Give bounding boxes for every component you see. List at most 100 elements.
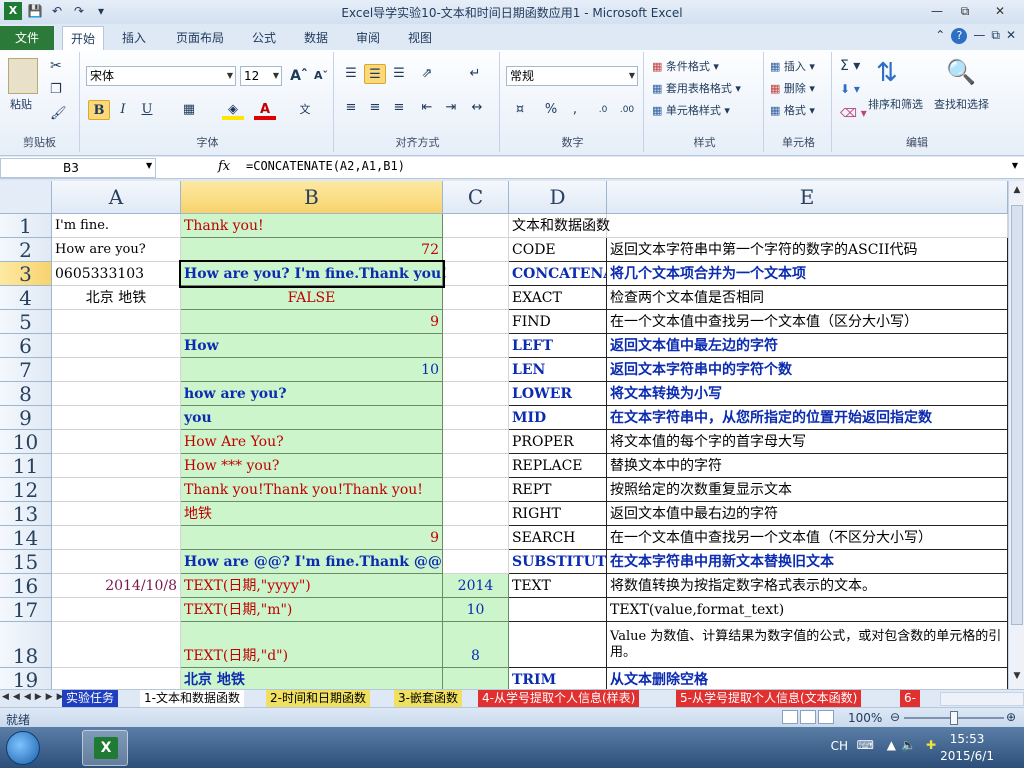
taskbar-excel-button[interactable]: X <box>82 730 128 766</box>
sort-filter-button[interactable]: 排序和筛选 <box>868 96 923 112</box>
workbook-close-icon[interactable]: ✕ <box>1006 28 1016 44</box>
format-as-table-button[interactable]: ▦ 套用表格格式 ▾ <box>652 80 741 96</box>
tab-insert[interactable]: 插入 <box>114 26 154 50</box>
column-header-e[interactable]: E <box>607 181 1008 214</box>
clear-icon[interactable]: ⌫ ▾ <box>840 106 867 120</box>
tab-formulas[interactable]: 公式 <box>244 26 284 50</box>
column-header-c[interactable]: C <box>443 181 509 214</box>
align-top-icon[interactable]: ☰ <box>340 64 362 84</box>
cell-d17[interactable] <box>509 598 607 622</box>
cell-a15[interactable] <box>52 550 181 574</box>
tab-page-layout[interactable]: 页面布局 <box>168 26 232 50</box>
vertical-scrollbar[interactable]: ▲ ▼ <box>1008 181 1024 689</box>
merge-center-icon[interactable]: ↔ <box>466 98 488 118</box>
align-middle-icon[interactable]: ☰ <box>364 64 386 84</box>
sheet-tab-3[interactable]: 2-时间和日期函数 <box>266 690 370 707</box>
help-icon[interactable]: ? <box>951 28 968 44</box>
cell-a1[interactable]: I'm fine. <box>52 214 181 238</box>
cell-e2[interactable]: 返回文本字符串中第一个字符的数字的ASCII代码 <box>607 238 1008 262</box>
row-header-4[interactable]: 4 <box>0 286 52 310</box>
cell-d16[interactable]: TEXT <box>509 574 607 598</box>
row-header-3[interactable]: 3 <box>0 262 52 286</box>
decrease-decimal-icon[interactable]: .00 <box>616 100 638 120</box>
formula-input[interactable]: =CONCATENATE(A2,A1,B1) <box>246 159 405 173</box>
number-format-select[interactable]: 常规 ▼ <box>506 66 638 86</box>
cell-a18[interactable] <box>52 622 181 668</box>
column-header-d[interactable]: D <box>509 181 607 214</box>
scroll-thumb[interactable] <box>1011 205 1023 625</box>
name-box-chevron-icon[interactable]: ▼ <box>146 161 152 170</box>
insert-function-icon[interactable]: fx <box>218 159 230 174</box>
cell-d8[interactable]: LOWER <box>509 382 607 406</box>
tab-data[interactable]: 数据 <box>296 26 336 50</box>
cell-a13[interactable] <box>52 502 181 526</box>
cell-d4[interactable]: EXACT <box>509 286 607 310</box>
sheet-tab-5[interactable]: 4-从学号提取个人信息(样表) <box>478 690 640 707</box>
phonetic-icon[interactable]: 文 <box>294 100 316 120</box>
cell-a16[interactable]: 2014/10/8 <box>52 574 181 598</box>
cell-c18[interactable]: 8 <box>443 622 509 668</box>
cell-b16[interactable]: TEXT(日期,"yyyy") <box>181 574 443 598</box>
cell-d7[interactable]: LEN <box>509 358 607 382</box>
cell-b12[interactable]: Thank you!Thank you!Thank you! <box>181 478 443 502</box>
increase-indent-icon[interactable]: ⇥ <box>440 98 462 118</box>
cell-e4[interactable]: 检查两个文本值是否相同 <box>607 286 1008 310</box>
cell-c2[interactable] <box>443 238 509 262</box>
cell-d10[interactable]: PROPER <box>509 430 607 454</box>
cell-e6[interactable]: 返回文本值中最左边的字符 <box>607 334 1008 358</box>
orientation-icon[interactable]: ⇗ <box>416 64 438 84</box>
page-layout-view-icon[interactable] <box>800 710 816 724</box>
cell-e15[interactable]: 在文本字符串中用新文本替换旧文本 <box>607 550 1008 574</box>
sheet-tab-6[interactable]: 5-从学号提取个人信息(文本函数) <box>676 690 862 707</box>
start-button[interactable] <box>6 731 40 765</box>
network-icon[interactable]: ✚ <box>926 738 936 752</box>
decrease-indent-icon[interactable]: ⇤ <box>416 98 438 118</box>
volume-icon[interactable]: 🔈 <box>901 738 916 752</box>
expand-formula-icon[interactable]: ▼ <box>1012 161 1018 170</box>
cell-d5[interactable]: FIND <box>509 310 607 334</box>
cell-c5[interactable] <box>443 310 509 334</box>
cell-c3[interactable] <box>443 262 509 286</box>
cell-d14[interactable]: SEARCH <box>509 526 607 550</box>
borders-icon[interactable]: ▦ <box>178 100 200 120</box>
cell-b7[interactable]: 10 <box>181 358 443 382</box>
format-painter-icon[interactable]: 🖌 <box>50 106 67 121</box>
cell-a8[interactable] <box>52 382 181 406</box>
cell-b18[interactable]: TEXT(日期,"d") <box>181 622 443 668</box>
row-header-9[interactable]: 9 <box>0 406 52 430</box>
currency-icon[interactable]: ¤ <box>506 100 534 120</box>
delete-cells-button[interactable]: ▦ 删除 ▾ <box>770 80 815 96</box>
comma-button[interactable]: , <box>564 100 586 120</box>
cell-b3[interactable]: How are you? I'm fine.Thank you! <box>179 260 447 288</box>
row-header-13[interactable]: 13 <box>0 502 52 526</box>
cell-d11[interactable]: REPLACE <box>509 454 607 478</box>
cell-b17[interactable]: TEXT(日期,"m") <box>181 598 443 622</box>
cell-e10[interactable]: 将文本值的每个字的首字母大写 <box>607 430 1008 454</box>
row-header-2[interactable]: 2 <box>0 238 52 262</box>
row-header-14[interactable]: 14 <box>0 526 52 550</box>
font-name-select[interactable]: 宋体 ▼ <box>86 66 236 86</box>
minimize-button[interactable]: — <box>924 2 950 20</box>
bold-button[interactable]: B <box>88 100 110 120</box>
format-cells-button[interactable]: ▦ 格式 ▾ <box>770 102 815 118</box>
cell-d13[interactable]: RIGHT <box>509 502 607 526</box>
cell-a6[interactable] <box>52 334 181 358</box>
sheet-nav-icons[interactable]: ◀◀◀▶▶▶ <box>2 692 68 702</box>
cell-c9[interactable] <box>443 406 509 430</box>
cell-a14[interactable] <box>52 526 181 550</box>
row-header-6[interactable]: 6 <box>0 334 52 358</box>
sheet-tab-1[interactable]: 实验任务 <box>62 690 119 707</box>
align-bottom-icon[interactable]: ☰ <box>388 64 410 84</box>
row-header-19[interactable]: 19 <box>0 668 52 689</box>
increase-font-icon[interactable]: Aˆ <box>288 66 310 86</box>
tab-home[interactable]: 开始 <box>62 26 105 50</box>
scroll-down-icon[interactable]: ▼ <box>1009 671 1024 687</box>
ime-indicator[interactable]: CH <box>831 739 848 753</box>
scroll-up-icon[interactable]: ▲ <box>1009 185 1024 201</box>
horizontal-scrollbar[interactable] <box>940 692 1024 706</box>
cell-styles-button[interactable]: ▦ 单元格样式 ▾ <box>652 102 730 118</box>
worksheet-grid[interactable]: A B C D E 1 2 3 4 5 6 7 8 9 10 11 12 13 14 15 16 17 18 19 I'm fi… <box>0 181 1008 689</box>
cell-e11[interactable]: 替换文本中的字符 <box>607 454 1008 478</box>
cell-b8[interactable]: how are you? <box>181 382 443 406</box>
cell-d9[interactable]: MID <box>509 406 607 430</box>
